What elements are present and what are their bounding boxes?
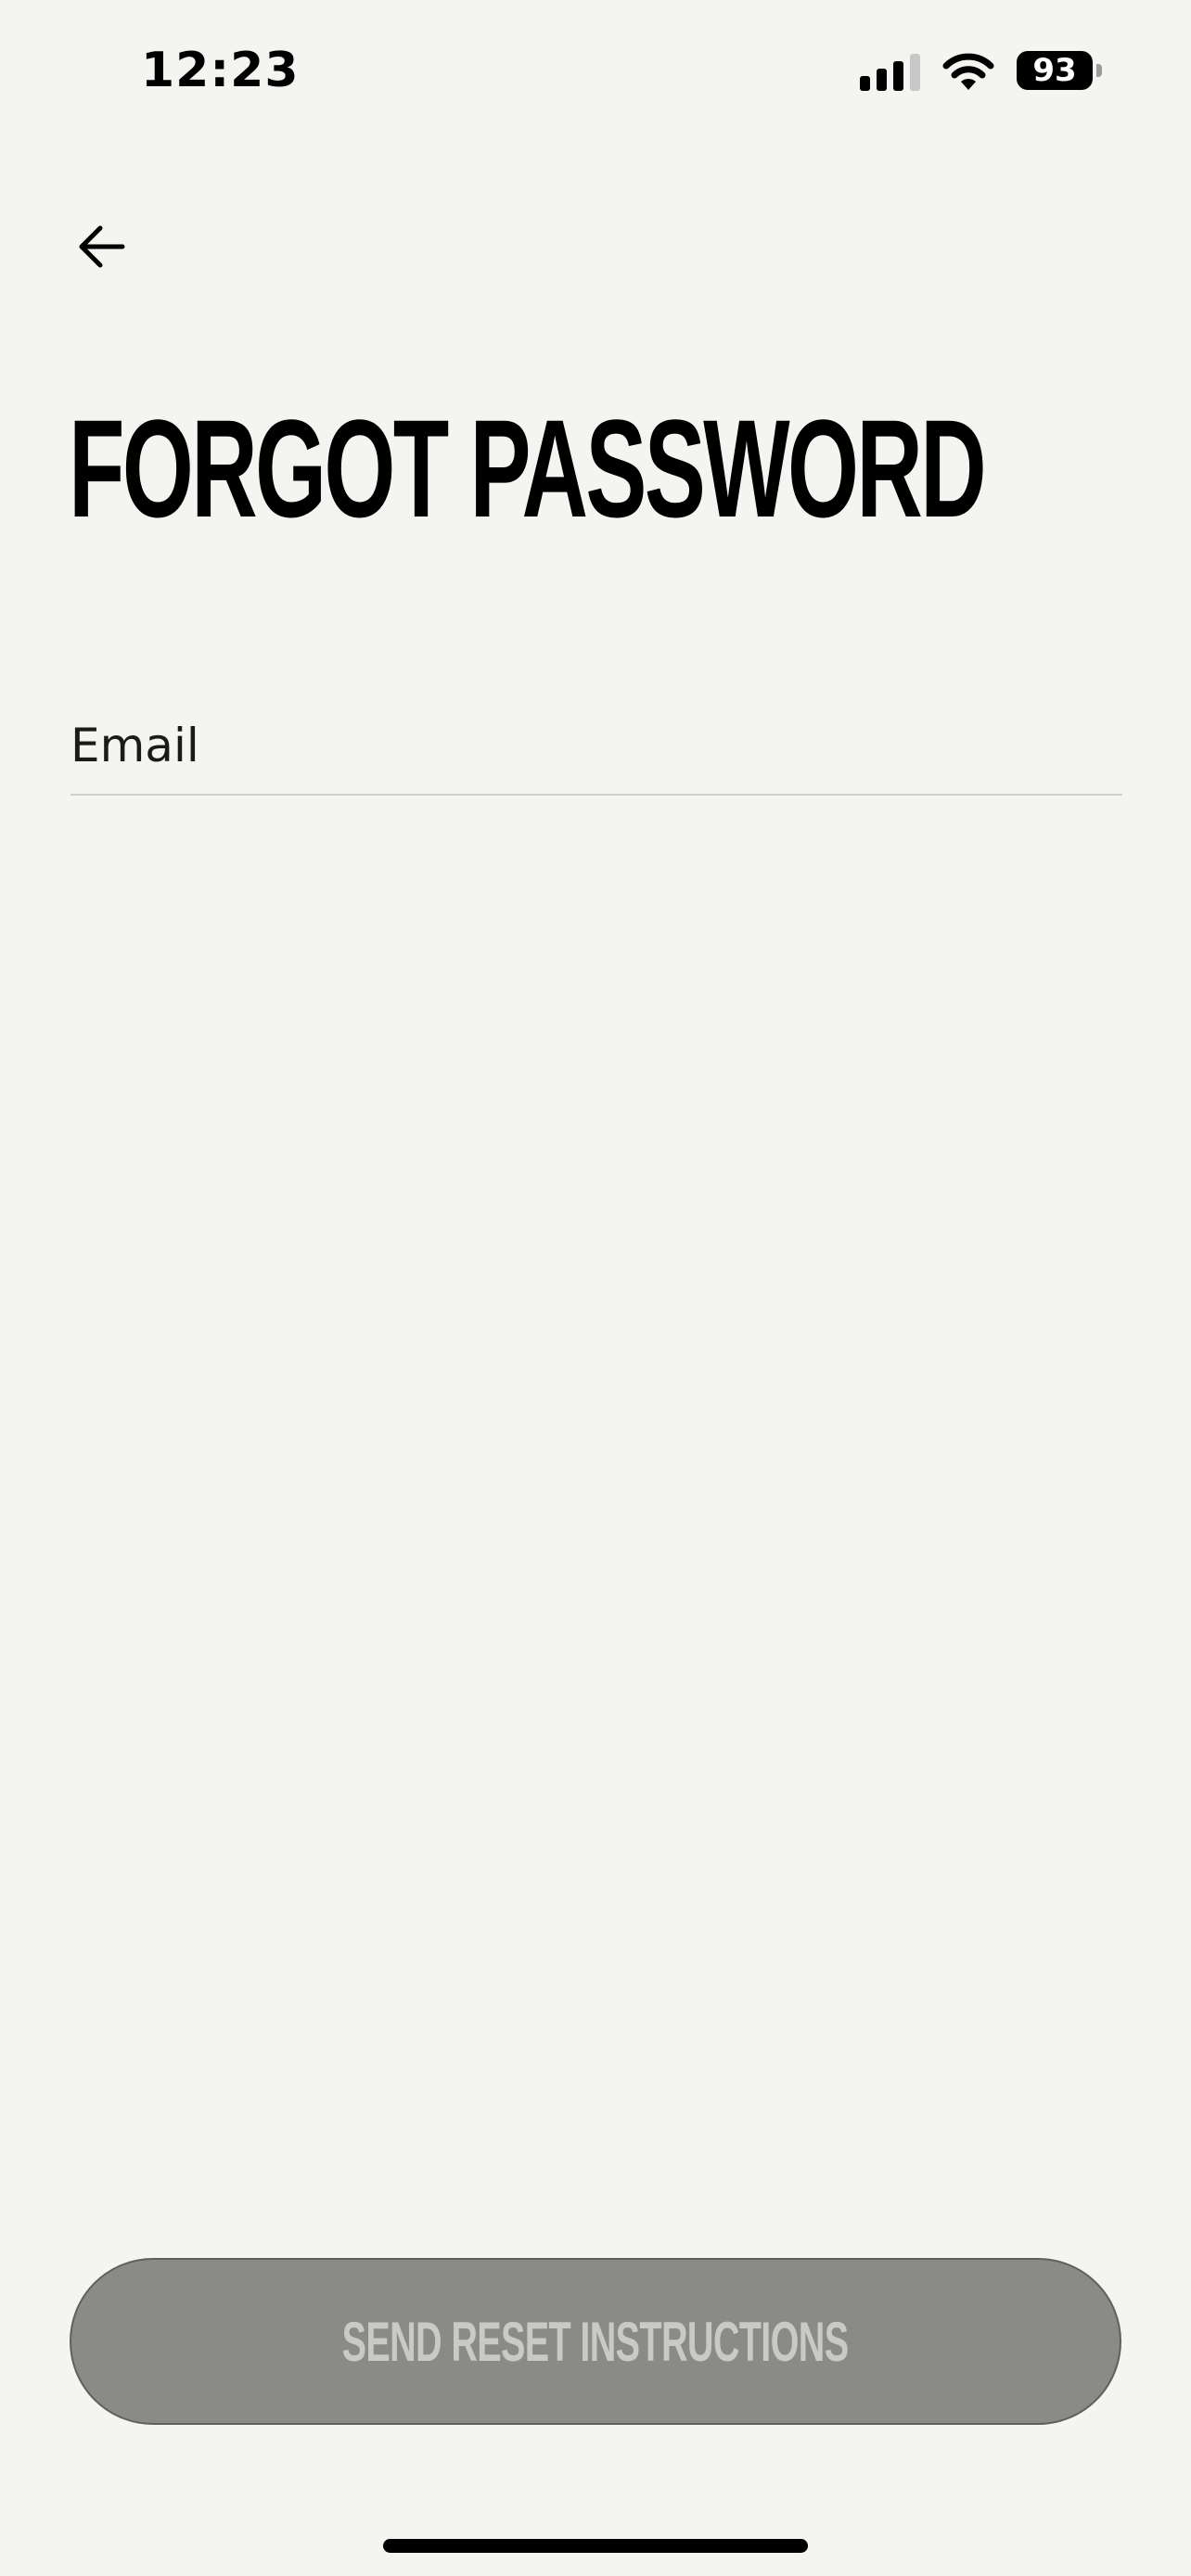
battery-icon: 93 bbox=[1017, 51, 1102, 90]
page-title: FORGOT PASSWORD bbox=[69, 390, 987, 546]
cellular-signal-icon bbox=[860, 50, 920, 91]
send-reset-instructions-label: SEND RESET INSTRUCTIONS bbox=[342, 2310, 850, 2373]
battery-level: 93 bbox=[1017, 51, 1093, 90]
arrow-left-icon bbox=[79, 225, 125, 268]
send-reset-instructions-button[interactable]: SEND RESET INSTRUCTIONS bbox=[70, 2258, 1121, 2425]
back-button[interactable] bbox=[65, 210, 139, 284]
status-icons: 93 bbox=[860, 45, 1102, 96]
status-time: 12:23 bbox=[141, 43, 300, 98]
battery-cap bbox=[1096, 64, 1102, 77]
home-indicator[interactable] bbox=[383, 2539, 808, 2553]
wifi-icon bbox=[941, 49, 996, 92]
email-field[interactable] bbox=[70, 697, 1122, 796]
